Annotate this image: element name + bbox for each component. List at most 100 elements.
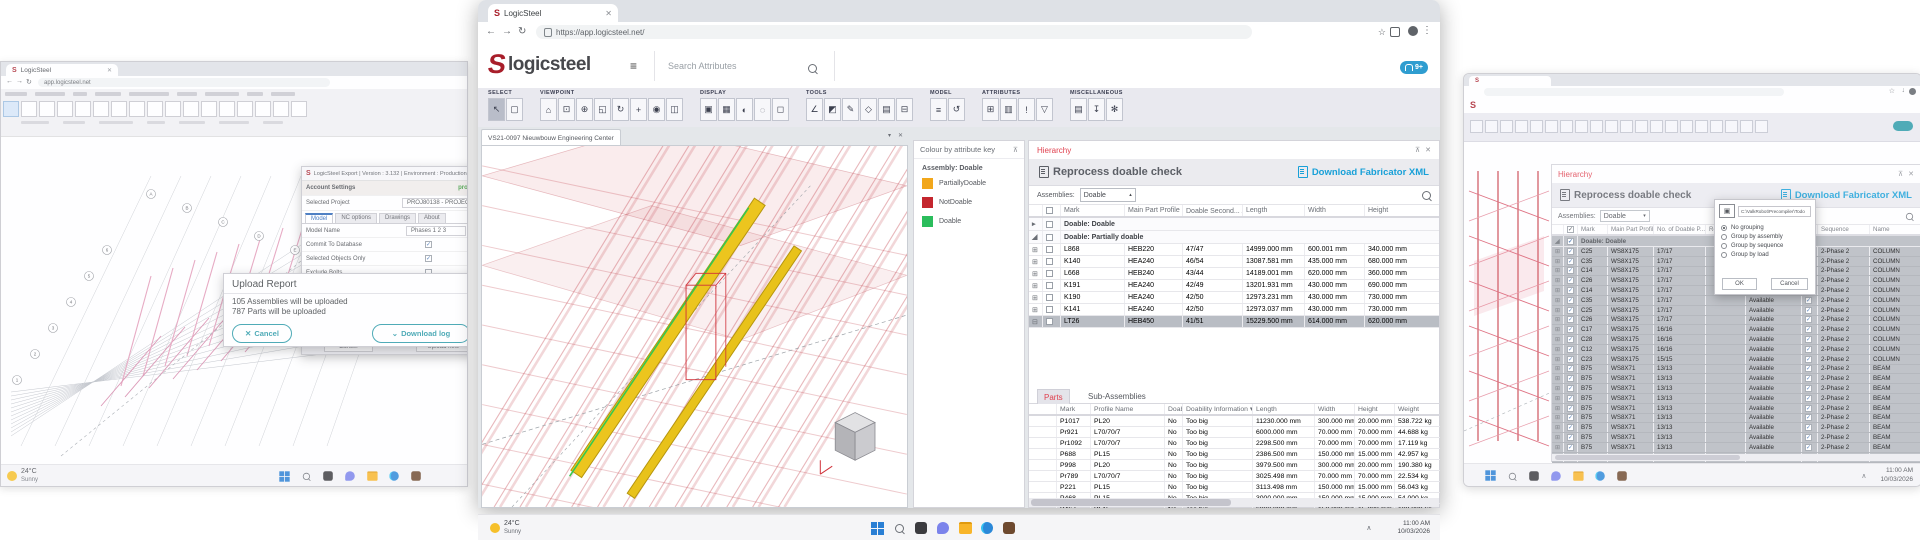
availability-checkbox[interactable] [1805, 316, 1812, 323]
group-row[interactable]: ▸Doable: Doable [1029, 218, 1439, 231]
profile-avatar[interactable] [1408, 26, 1418, 36]
back-icon[interactable]: ← [6, 78, 13, 85]
search-icon[interactable] [1506, 470, 1517, 481]
colour-key-icon[interactable]: ▥ [1000, 98, 1017, 121]
windows-start-icon[interactable] [1485, 470, 1495, 480]
look-around-icon[interactable]: ◉ [648, 98, 665, 121]
grouping-option[interactable]: Group by load [1721, 252, 1809, 258]
toolbar-button[interactable] [1695, 120, 1708, 133]
row-checkbox[interactable] [1567, 326, 1574, 333]
row-expander[interactable]: ⊞ [1552, 414, 1564, 423]
select-all-checkbox[interactable] [1567, 226, 1574, 233]
toolbar-button[interactable] [1590, 120, 1603, 133]
download-icon[interactable]: ↓ [1902, 87, 1906, 94]
export-tab-drawings[interactable]: Drawings [379, 213, 416, 223]
toolbar-button[interactable] [1725, 120, 1738, 133]
row-checkbox[interactable] [1567, 375, 1574, 382]
availability-checkbox[interactable] [1805, 395, 1812, 402]
attribute-table-icon[interactable]: ⊞ [982, 98, 999, 121]
select-cursor-icon[interactable]: ↖ [488, 98, 505, 121]
wireframe-view-icon[interactable]: ▦ [718, 98, 735, 121]
availability-checkbox[interactable] [1805, 434, 1812, 441]
tag-icon[interactable]: ◇ [860, 98, 877, 121]
dark-app-icon[interactable] [914, 521, 928, 535]
ribbon-tool-button[interactable] [201, 101, 217, 117]
notes-icon[interactable]: ▤ [878, 98, 895, 121]
right-assembly-row[interactable]: ⊞C25WS8X17517/17Available2-Phase 2COLUMN [1552, 306, 1920, 316]
assembly-row[interactable]: ⊞K141HEA24042/5012973.037 mm430.000 mm73… [1029, 304, 1439, 316]
group-checkbox[interactable] [1567, 238, 1574, 245]
toolbar-button[interactable] [1560, 120, 1573, 133]
reload-icon[interactable]: ↻ [518, 26, 526, 37]
availability-checkbox[interactable] [1805, 326, 1812, 333]
column-header[interactable]: Doable [1165, 404, 1183, 414]
row-checkbox[interactable] [1567, 258, 1574, 265]
assembly-row[interactable]: ⊞K191HEA24042/4913201.931 mm430.000 mm69… [1029, 280, 1439, 292]
row-checkbox[interactable] [1567, 424, 1574, 431]
group-expander[interactable]: ◢ [1029, 231, 1043, 243]
search-icon[interactable] [892, 521, 906, 535]
group-checkbox[interactable] [1046, 234, 1053, 241]
field-value[interactable]: Phases 1 2 3 [406, 226, 466, 236]
column-header[interactable]: Mark [1057, 404, 1091, 414]
row-checkbox[interactable] [1567, 385, 1574, 392]
export-xml-icon[interactable]: ↧ [1088, 98, 1105, 121]
toolbar-button[interactable] [1605, 120, 1618, 133]
hide-parts-icon[interactable]: ◌ [754, 98, 771, 121]
right-clock[interactable]: 11:00 AM10/03/2026 [1880, 467, 1913, 483]
ribbon-tool-button[interactable] [255, 101, 271, 117]
right-assembly-row[interactable]: ⊞B75WS8X7113/13Available2-Phase 2BEAM [1552, 433, 1920, 443]
column-header[interactable]: Width [1305, 205, 1365, 216]
export-tab-about[interactable]: About [418, 213, 446, 223]
grid-app-icon[interactable] [410, 470, 421, 481]
settings-icon[interactable]: ✻ [1106, 98, 1123, 121]
row-expander[interactable]: ⊞ [1552, 276, 1564, 285]
parts-row[interactable]: P688PL15NoToo big2386.500 mm150.000 mm15… [1029, 449, 1440, 460]
row-checkbox[interactable] [1046, 306, 1053, 313]
toolbar-button[interactable] [1575, 120, 1588, 133]
grouping-option[interactable]: Group by assembly [1721, 234, 1809, 240]
row-expander[interactable]: ⊞ [1552, 325, 1564, 334]
assemblies-dropdown[interactable]: Doable▴ [1080, 188, 1136, 202]
availability-checkbox[interactable] [1805, 346, 1812, 353]
side-panel-icon[interactable] [1390, 27, 1400, 37]
right-assembly-row[interactable]: ⊞B75WS8X7113/13Available2-Phase 2BEAM [1552, 365, 1920, 375]
row-expander[interactable]: ⊞ [1552, 296, 1564, 305]
right-assembly-row[interactable]: ⊞B75WS8X7113/13Available2-Phase 2BEAM [1552, 394, 1920, 404]
toolbar-button[interactable] [1710, 120, 1723, 133]
export-path-icon[interactable]: ▣ [1719, 204, 1735, 218]
ghost-view-icon[interactable]: ◐ [736, 98, 753, 121]
row-checkbox[interactable] [1567, 248, 1574, 255]
right-assembly-row[interactable]: ⊞B75WS8X7113/13Available2-Phase 2BEAM [1552, 443, 1920, 453]
column-header[interactable]: Doability Information ▾ [1183, 404, 1253, 414]
notification-badge[interactable]: 9+ [1400, 61, 1428, 74]
app-menu-button[interactable] [3, 101, 19, 117]
zoom-in-icon[interactable]: ⊕ [576, 98, 593, 121]
row-checkbox[interactable] [1046, 258, 1053, 265]
availability-checkbox[interactable] [1805, 365, 1812, 372]
select-all-checkbox[interactable] [1046, 207, 1053, 214]
zoom-window-icon[interactable]: ◱ [594, 98, 611, 121]
row-expander[interactable]: ⊞ [1552, 355, 1564, 364]
row-expander[interactable]: ⊞ [1552, 394, 1564, 403]
row-expander[interactable]: ⊞ [1552, 365, 1564, 374]
availability-checkbox[interactable] [1805, 424, 1812, 431]
row-checkbox[interactable] [1567, 267, 1574, 274]
availability-checkbox[interactable] [1805, 356, 1812, 363]
field-checkbox[interactable] [425, 255, 432, 262]
row-expander[interactable]: ⊞ [1552, 286, 1564, 295]
clip-plane-icon[interactable]: ◩ [824, 98, 841, 121]
ribbon-tool-button[interactable] [273, 101, 289, 117]
right-assembly-row[interactable]: ⊞B75WS8X7113/13Available2-Phase 2BEAM [1552, 404, 1920, 414]
column-header[interactable]: Main Part Profile [1125, 205, 1183, 216]
scrollbar-thumb[interactable] [1031, 499, 1231, 506]
back-icon[interactable]: ← [486, 26, 496, 37]
isolate-parts-icon[interactable]: ◻ [772, 98, 789, 121]
row-checkbox[interactable] [1567, 444, 1574, 451]
row-expander[interactable]: ⊟ [1029, 316, 1043, 327]
radio-icon[interactable] [1721, 243, 1727, 249]
parts-row[interactable]: Pr789L70/70/7NoToo big3025.498 mm70.000 … [1029, 471, 1440, 482]
row-expander[interactable]: ⊞ [1029, 268, 1043, 279]
edge-icon[interactable] [388, 470, 399, 481]
horizontal-scrollbar[interactable] [1029, 498, 1439, 507]
